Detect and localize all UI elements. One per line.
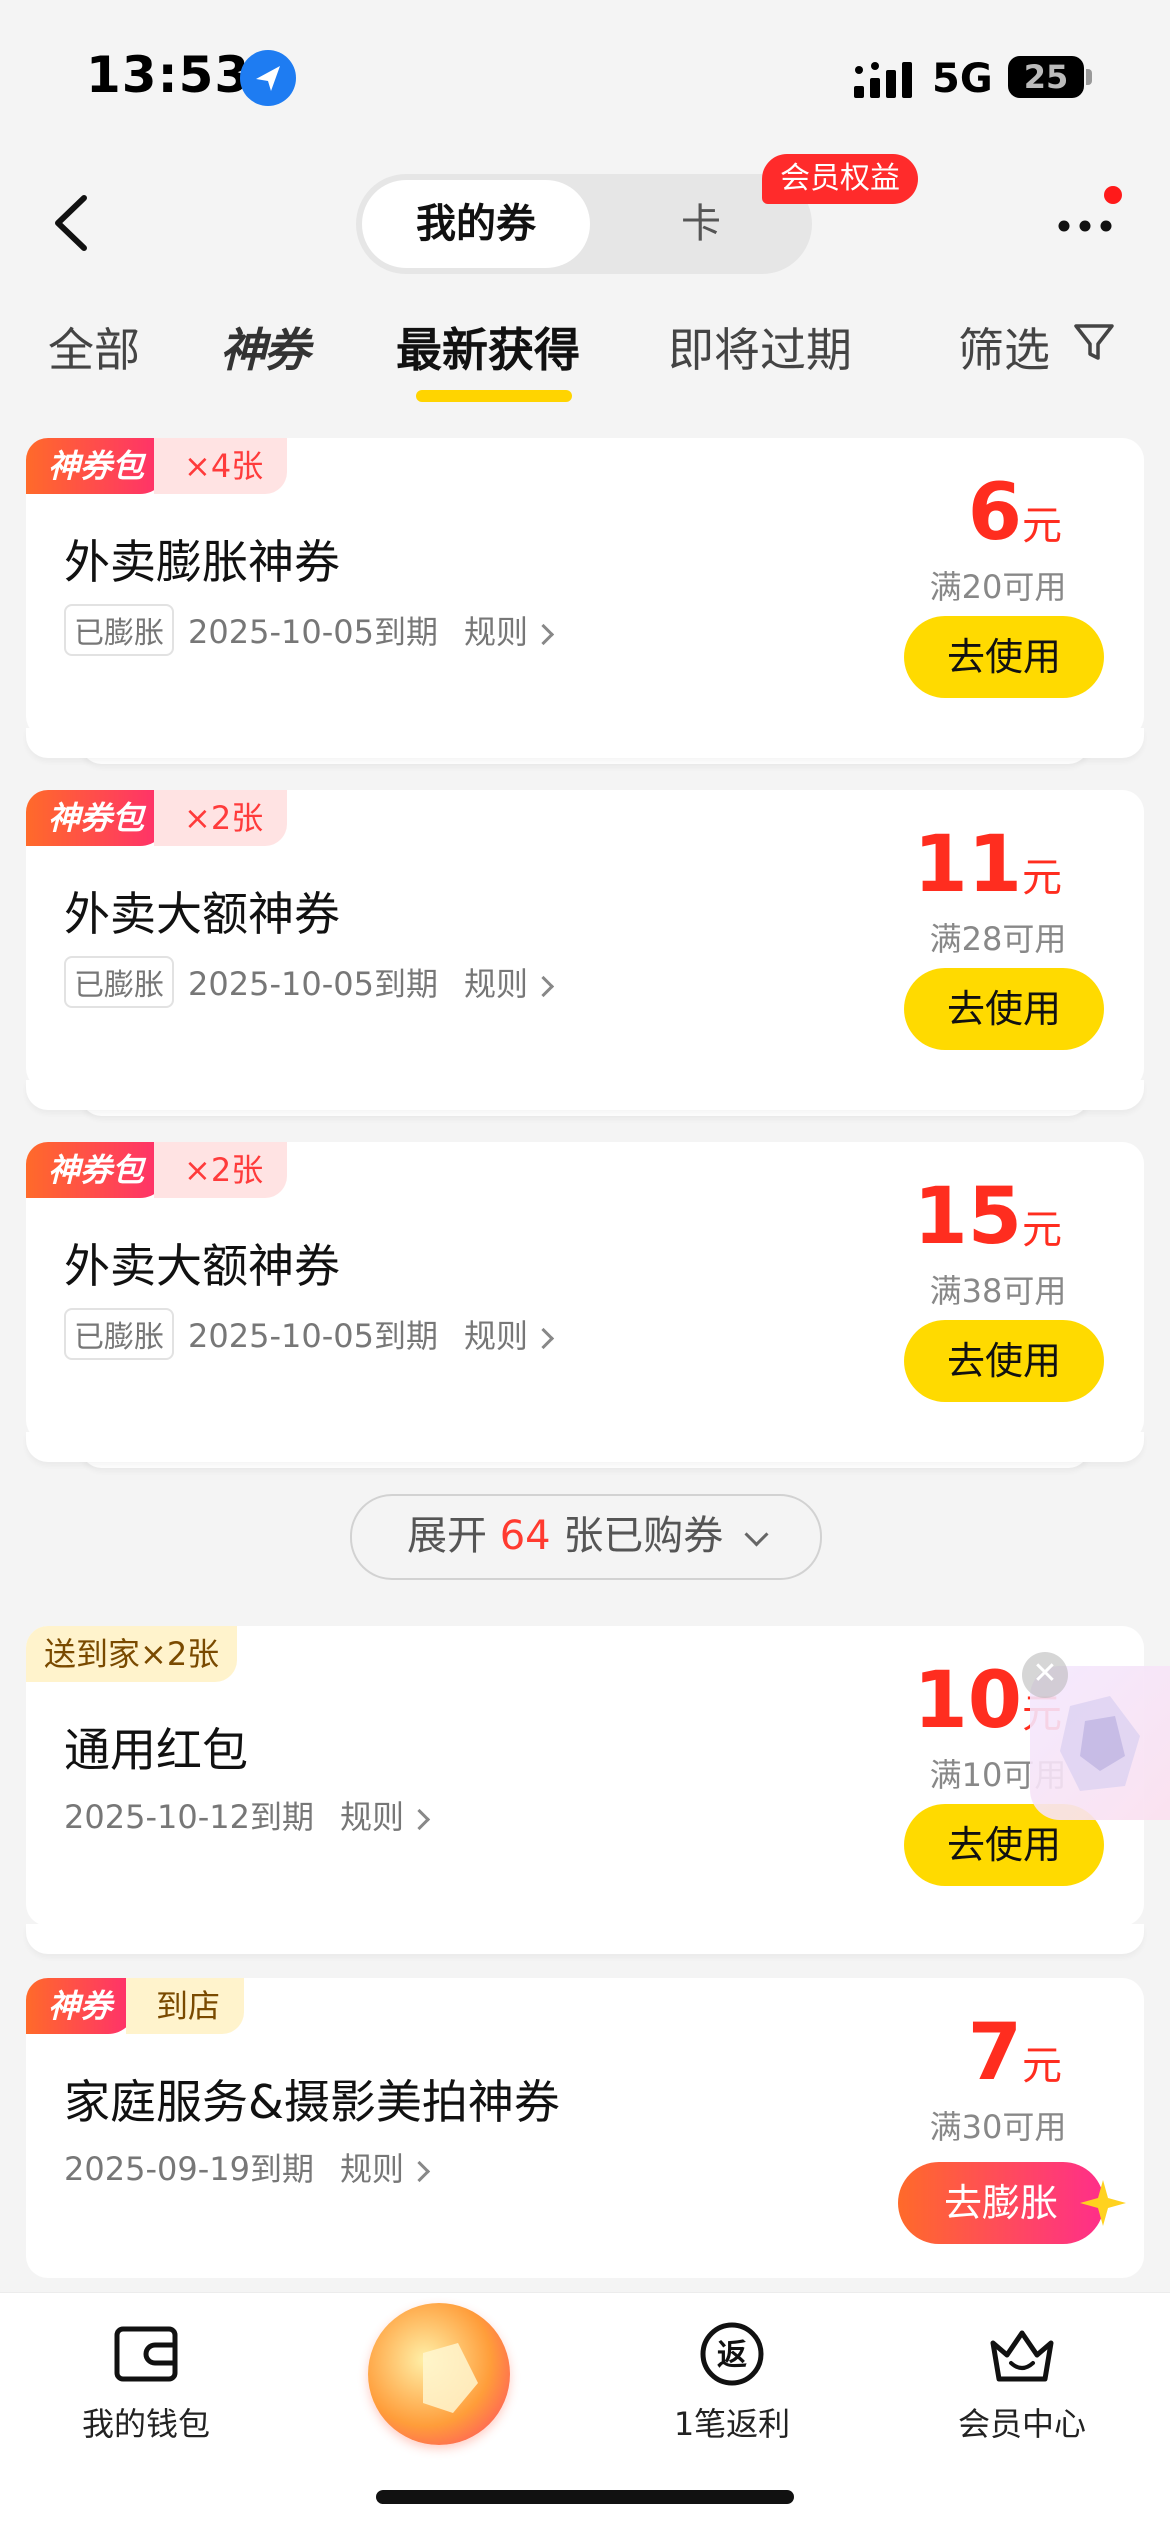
coupon-expiry: 2025-10-12到期 <box>64 1798 314 1836</box>
rules-link[interactable]: 规则 <box>340 2144 431 2190</box>
coupon-count-tag: ×2张 <box>154 1142 288 1198</box>
nav-header: 我的券 卡 会员权益 <box>0 154 1170 280</box>
coupon-tag: 神券包 ×2张 <box>26 790 288 846</box>
filter-funnel-icon[interactable] <box>1072 320 1116 364</box>
coupon-title: 家庭服务&摄影美拍神券 <box>64 2075 560 2129</box>
status-time: 13:53 <box>86 46 251 104</box>
chevron-right-icon <box>408 1808 431 1830</box>
nav-item-member[interactable]: 会员中心 <box>902 2319 1142 2445</box>
battery-cap <box>1086 69 1092 85</box>
delivery-tag: 送到家×2张 <box>26 1626 238 1682</box>
coupon-card[interactable]: 神券包 ×4张 外卖膨胀神券 已膨胀 2025-10-05到期 规则 6元 满2… <box>26 438 1144 738</box>
home-indicator[interactable] <box>376 2490 794 2504</box>
inflate-coupon-button[interactable]: 去膨胀 <box>898 2162 1104 2244</box>
expand-purchased-button[interactable]: 展开 64 张已购券 <box>350 1494 822 1580</box>
coupon-card[interactable]: 送到家×2张 通用红包 2025-10-12到期 规则 10元 满10可用 去使… <box>26 1626 1144 1926</box>
coupon-card[interactable]: 神券包 ×2张 外卖大额神券 已膨胀 2025-10-05到期 规则 15元 满… <box>26 1142 1144 1442</box>
close-icon[interactable]: ✕ <box>1022 1652 1068 1698</box>
coupon-pack-tag: 神券包 <box>26 790 169 846</box>
center-promo-button[interactable] <box>368 2303 510 2445</box>
inflated-tag: 已膨胀 <box>64 604 174 656</box>
coupon-expiry: 2025-09-19到期 <box>64 2150 314 2188</box>
rules-link[interactable]: 规则 <box>464 607 555 653</box>
coupon-title: 外卖大额神券 <box>64 1239 340 1293</box>
coupon-meta: 2025-09-19到期 规则 <box>64 2144 431 2190</box>
tab-all[interactable]: 全部 <box>48 314 140 380</box>
coupon-amount: 7元 <box>967 2008 1062 2098</box>
coupon-meta: 已膨胀 2025-10-05到期 规则 <box>64 604 555 656</box>
wallet-icon <box>111 2319 181 2389</box>
chevron-right-icon <box>408 2160 431 2182</box>
notification-dot <box>1104 186 1122 204</box>
coupon-card[interactable]: 神券 到店 家庭服务&摄影美拍神券 2025-09-19到期 规则 7元 满30… <box>26 1978 1144 2278</box>
crown-icon <box>987 2319 1057 2389</box>
coupon-amount: 15元 <box>913 1172 1062 1262</box>
tab-expiring[interactable]: 即将过期 <box>668 314 852 380</box>
chevron-right-icon <box>532 1327 555 1349</box>
coupon-tag: 送到家×2张 <box>26 1626 238 1682</box>
chevron-right-icon <box>532 975 555 997</box>
battery-icon: 25 <box>1008 56 1084 98</box>
more-icon[interactable] <box>1052 200 1122 244</box>
super-coupon-tag: 神券 <box>26 1978 137 2034</box>
network-type: 5G <box>932 56 993 102</box>
coupon-title: 通用红包 <box>64 1723 248 1777</box>
coupon-title: 外卖大额神券 <box>64 887 340 941</box>
status-bar: 13:53 5G 25 <box>0 0 1170 150</box>
use-coupon-button[interactable]: 去使用 <box>904 968 1104 1050</box>
coupon-amount: 11元 <box>913 820 1062 910</box>
coupon-pack-tag: 神券包 <box>26 438 169 494</box>
coupon-title: 外卖膨胀神券 <box>64 535 340 589</box>
coupon-threshold: 满28可用 <box>929 920 1067 958</box>
coupon-count-tag: ×4张 <box>154 438 288 494</box>
rules-link[interactable]: 规则 <box>464 959 555 1005</box>
coupon-meta: 已膨胀 2025-10-05到期 规则 <box>64 956 555 1008</box>
location-arrow-icon <box>240 50 296 106</box>
use-coupon-button[interactable]: 去使用 <box>904 616 1104 698</box>
sparkle-icon <box>1078 2178 1128 2228</box>
segmented-control: 我的券 卡 <box>356 174 812 274</box>
tab-filter[interactable]: 筛选 <box>958 314 1050 380</box>
rules-link[interactable]: 规则 <box>340 1792 431 1838</box>
in-store-tag: 到店 <box>126 1978 245 2034</box>
tab-super-coupon[interactable]: 神券 <box>220 314 310 380</box>
coupon-count-tag: ×2张 <box>154 790 288 846</box>
coupon-threshold: 满20可用 <box>929 568 1067 606</box>
coupon-amount: 6元 <box>967 468 1062 558</box>
chevron-down-icon <box>744 1522 769 1547</box>
coupon-meta: 2025-10-12到期 规则 <box>64 1792 431 1838</box>
rules-link[interactable]: 规则 <box>464 1311 555 1357</box>
back-icon[interactable] <box>44 188 104 258</box>
filter-tabs: 全部 神券 最新获得 即将过期 筛选 <box>0 290 1170 410</box>
segment-my-coupons[interactable]: 我的券 <box>362 180 590 268</box>
coupon-expiry: 2025-10-05到期 <box>188 613 438 651</box>
purchased-count: 64 <box>499 1513 551 1559</box>
coupon-tag: 神券 到店 <box>26 1978 245 2034</box>
coupon-pack-tag: 神券包 <box>26 1142 169 1198</box>
inflated-tag: 已膨胀 <box>64 956 174 1008</box>
nav-item-wallet[interactable]: 我的钱包 <box>26 2319 266 2445</box>
coupon-expiry: 2025-10-05到期 <box>188 965 438 1003</box>
coupon-threshold: 满30可用 <box>929 2108 1067 2146</box>
member-benefits-badge[interactable]: 会员权益 <box>762 154 918 204</box>
inflated-tag: 已膨胀 <box>64 1308 174 1360</box>
coupon-meta: 已膨胀 2025-10-05到期 规则 <box>64 1308 555 1360</box>
card-stack-layer <box>26 1924 1144 1954</box>
coupon-tag: 神券包 ×4张 <box>26 438 288 494</box>
coupon-tag: 神券包 ×2张 <box>26 1142 288 1198</box>
cellular-signal-icon <box>852 60 916 100</box>
tab-newest[interactable]: 最新获得 <box>396 314 580 380</box>
chevron-right-icon <box>532 623 555 645</box>
rebate-icon: 返 <box>697 2319 767 2389</box>
coupon-threshold: 满38可用 <box>929 1272 1067 1310</box>
coupon-card[interactable]: 神券包 ×2张 外卖大额神券 已膨胀 2025-10-05到期 规则 11元 满… <box>26 790 1144 1090</box>
active-tab-indicator <box>416 390 572 402</box>
svg-text:返: 返 <box>717 2338 747 2373</box>
use-coupon-button[interactable]: 去使用 <box>904 1320 1104 1402</box>
nav-item-rebate[interactable]: 返 1笔返利 <box>612 2319 852 2445</box>
coupon-expiry: 2025-10-05到期 <box>188 1317 438 1355</box>
